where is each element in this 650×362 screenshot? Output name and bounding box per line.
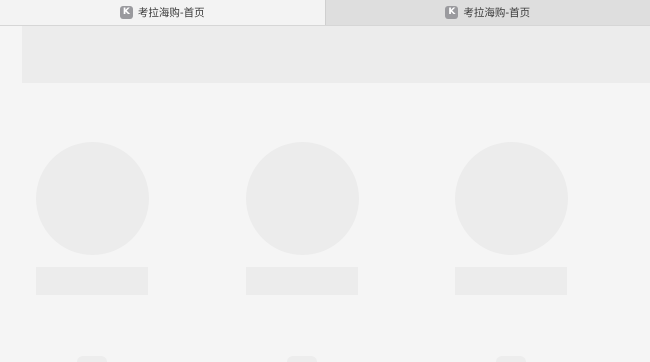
page-content-loading xyxy=(0,26,650,362)
banner-placeholder xyxy=(22,26,650,83)
next-row-placeholder xyxy=(287,356,317,362)
tab-kaola-home-2[interactable]: K 考拉海购-首页 xyxy=(324,0,650,25)
next-row-placeholder xyxy=(496,356,526,362)
category-image-placeholder xyxy=(246,142,359,255)
kaola-favicon-icon: K xyxy=(119,6,133,19)
tab-title: 考拉海购-首页 xyxy=(137,7,205,19)
category-label-placeholder xyxy=(246,267,358,295)
category-image-placeholder xyxy=(455,142,568,255)
next-row-placeholder xyxy=(77,356,107,362)
tab-kaola-home-1[interactable]: K 考拉海购-首页 xyxy=(0,0,325,25)
category-label-placeholder xyxy=(36,267,148,295)
kaola-favicon-icon: K xyxy=(445,6,459,19)
category-label-placeholder xyxy=(455,267,567,295)
tab-title: 考拉海购-首页 xyxy=(463,7,531,19)
category-image-placeholder xyxy=(36,142,149,255)
browser-tab-bar: K 考拉海购-首页 K 考拉海购-首页 xyxy=(0,0,650,26)
